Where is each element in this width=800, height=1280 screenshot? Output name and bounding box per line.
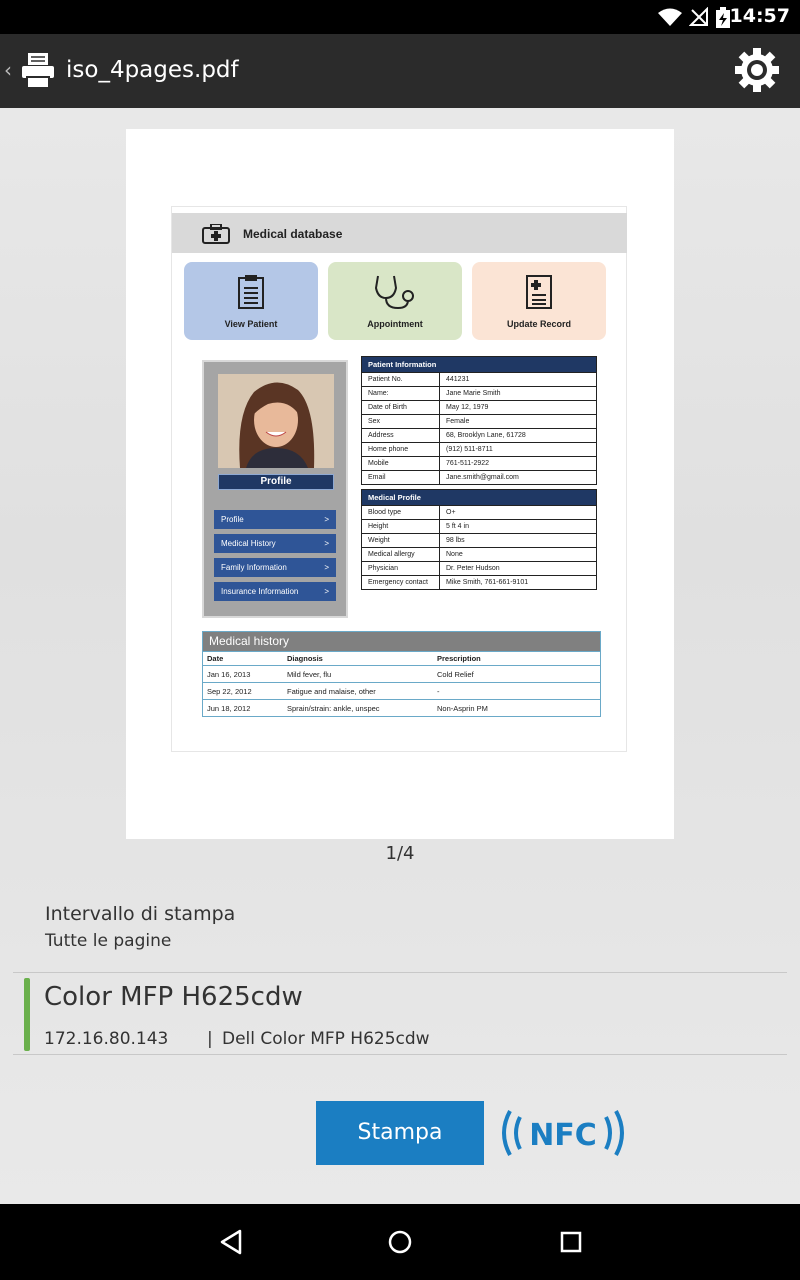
- menu-item-medical-history: Medical History >: [214, 534, 336, 553]
- tile-appointment: Appointment: [328, 262, 462, 340]
- document-title: iso_4pages.pdf: [66, 57, 239, 83]
- medical-profile-table: Medical Profile Blood type O+ Height 5 ft …: [361, 489, 597, 590]
- tile-view-patient: View Patient: [184, 262, 318, 340]
- stethoscope-icon: [374, 275, 414, 310]
- print-range-title[interactable]: Intervallo di stampa: [45, 903, 235, 925]
- printer-name[interactable]: Color MFP H625cdw: [44, 982, 303, 1012]
- navigation-bar: [0, 1204, 800, 1280]
- medical-history-table: Medical history Date Diagnosis Prescript…: [202, 631, 601, 717]
- table-row: Name: Jane Marie Smith: [362, 386, 596, 400]
- table-row: Blood type O+: [362, 505, 596, 519]
- table-row: Physician Dr. Peter Hudson: [362, 561, 596, 575]
- table-row: Jan 16, 2013 Mild fever, flu Cold Relief: [203, 665, 600, 682]
- print-range-value[interactable]: Tutte le pagine: [45, 931, 171, 951]
- doc-header: Medical database: [172, 213, 627, 253]
- menu-item-insurance-information: Insurance Information >: [214, 582, 336, 601]
- tile-update-record: Update Record: [472, 262, 606, 340]
- printer-app-icon[interactable]: [22, 53, 54, 87]
- divider: [13, 972, 787, 973]
- printer-model: Dell Color MFP H625cdw: [222, 1029, 430, 1049]
- printer-ip: 172.16.80.143: [44, 1029, 169, 1049]
- table-row: Emergency contact Mike Smith, 761-661-910…: [362, 575, 596, 589]
- no-signal-icon: [689, 7, 708, 26]
- profile-card: Profile Profile > Medical History > Family…: [202, 360, 348, 618]
- print-button[interactable]: Stampa: [316, 1101, 484, 1165]
- printer-separator: |: [207, 1029, 213, 1049]
- first-aid-kit-icon: [202, 224, 230, 244]
- table-row: Medical allergy None: [362, 547, 596, 561]
- page-counter: 1/4: [385, 843, 415, 864]
- table-row: Date of Birth May 12, 1979: [362, 400, 596, 414]
- profile-button: Profile: [218, 474, 334, 490]
- menu-item-family-information: Family Information >: [214, 558, 336, 577]
- table-row: Patient No. 441231: [362, 372, 596, 386]
- page-preview[interactable]: Medical database View Patient Appointmen…: [126, 129, 674, 839]
- table-row: Mobile 761-511-2922: [362, 456, 596, 470]
- table-row: Weight 98 lbs: [362, 533, 596, 547]
- table-row: Home phone (912) 511-8711: [362, 442, 596, 456]
- back-nav-icon[interactable]: [218, 1228, 244, 1256]
- recents-nav-icon[interactable]: [558, 1228, 584, 1256]
- patient-information-table: Patient Information Patient No. 441231 Na…: [361, 356, 597, 485]
- divider: [13, 1054, 787, 1055]
- table-row: Email Jane.smith@gmail.com: [362, 470, 596, 484]
- up-navigation-chevron[interactable]: ‹: [4, 58, 12, 82]
- print-content: Medical database View Patient Appointmen…: [0, 108, 800, 1204]
- menu-item-profile: Profile >: [214, 510, 336, 529]
- clock: 14:57: [729, 5, 790, 27]
- table-row: Jun 18, 2012 Sprain/strain: ankle, unspe…: [203, 699, 600, 716]
- nfc-label: NFC: [529, 1118, 597, 1153]
- doc-title: Medical database: [243, 227, 343, 241]
- wifi-icon: [658, 8, 682, 26]
- profile-photo: [218, 374, 334, 468]
- status-bar: 14:57: [0, 0, 800, 34]
- home-nav-icon[interactable]: [387, 1228, 413, 1256]
- gear-icon[interactable]: [734, 47, 780, 93]
- table-header-row: Date Diagnosis Prescription: [203, 651, 600, 665]
- clipboard-icon: [238, 275, 264, 309]
- table-row: Sex Female: [362, 414, 596, 428]
- document-preview: Medical database View Patient Appointmen…: [171, 206, 627, 752]
- table-row: Sep 22, 2012 Fatigue and malaise, other …: [203, 682, 600, 699]
- table-row: Height 5 ft 4 in: [362, 519, 596, 533]
- printer-status-indicator: [24, 978, 30, 1051]
- document-icon: [526, 275, 552, 309]
- table-row: Address 68, Brooklyn Lane, 61728: [362, 428, 596, 442]
- nfc-icon[interactable]: NFC: [494, 1101, 634, 1165]
- app-bar: ‹ iso_4pages.pdf: [0, 34, 800, 108]
